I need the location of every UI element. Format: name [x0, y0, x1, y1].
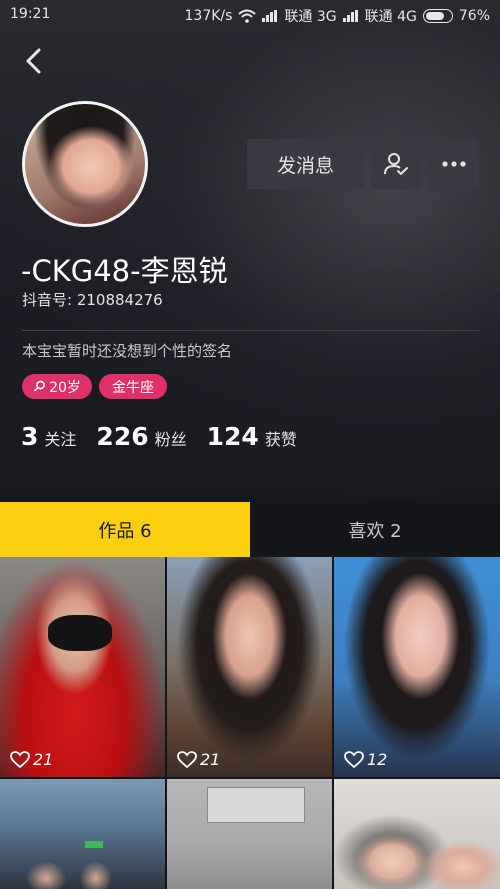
- zodiac-tag: 金牛座: [99, 374, 167, 399]
- heart-icon: [10, 750, 30, 768]
- video-likes-count: 21: [200, 750, 221, 769]
- user-check-icon: [384, 153, 408, 176]
- status-bar: 19:21 137K/s 联通 3G 联通 4G 76%: [0, 0, 500, 30]
- video-thumbnail[interactable]: 21: [0, 557, 165, 777]
- carrier-2: 联通 4G: [364, 9, 417, 25]
- avatar[interactable]: [22, 101, 148, 227]
- carrier-1: 联通 3G: [284, 9, 337, 25]
- network-speed: 137K/s: [184, 8, 233, 24]
- zodiac-label: 金牛座: [112, 379, 154, 396]
- video-thumbnail[interactable]: [334, 779, 500, 889]
- signal-icon: [342, 10, 359, 22]
- chevron-left-icon: [26, 48, 41, 74]
- content-tabs: 作品 6 喜欢 2: [0, 502, 500, 557]
- likes-label: 获赞: [264, 430, 297, 449]
- profile-signature: 本宝宝暂时还没想到个性的签名: [22, 342, 233, 360]
- profile-stats: 3 关注 226 粉丝 124 获赞: [21, 422, 317, 451]
- status-right: 137K/s 联通 3G 联通 4G 76%: [185, 6, 490, 26]
- likes-count: 124: [206, 422, 259, 451]
- status-time: 19:21: [10, 6, 51, 22]
- more-dots-icon: [442, 161, 466, 167]
- exit-sign: [85, 841, 103, 848]
- more-options-button[interactable]: [429, 139, 479, 189]
- age-label: 20岁: [49, 379, 81, 396]
- video-likes: 21: [177, 750, 220, 769]
- back-button[interactable]: [22, 46, 46, 76]
- douyin-id: 抖音号: 210884276: [22, 291, 163, 309]
- heart-icon: [344, 750, 364, 768]
- profile-name: -CKG48-李恩锐: [21, 254, 228, 288]
- followers-label[interactable]: 粉丝: [155, 426, 187, 450]
- send-message-button[interactable]: 发消息: [247, 139, 364, 189]
- video-likes-count: 12: [367, 750, 388, 769]
- video-likes-count: 21: [33, 750, 54, 769]
- female-icon: [34, 380, 45, 392]
- follow-status-button[interactable]: [371, 139, 421, 189]
- heart-icon: [177, 750, 197, 768]
- video-likes: 12: [344, 750, 387, 769]
- video-thumbnail[interactable]: [0, 779, 165, 889]
- battery-icon: [422, 9, 453, 23]
- divider: [22, 330, 479, 331]
- video-thumbnail[interactable]: 21: [167, 557, 332, 777]
- followers-count[interactable]: 226: [96, 422, 148, 451]
- following-count[interactable]: 3: [21, 422, 38, 451]
- age-tag: 20岁: [22, 374, 92, 399]
- video-thumbnail[interactable]: [167, 779, 332, 889]
- tab-liked[interactable]: 喜欢 2: [250, 502, 500, 557]
- signal-icon: [262, 10, 278, 22]
- wifi-icon: [238, 9, 257, 23]
- wall-panel: [207, 787, 305, 823]
- following-label[interactable]: 关注: [44, 426, 76, 450]
- video-likes: 21: [10, 750, 53, 769]
- video-thumbnail[interactable]: 12: [334, 557, 500, 777]
- battery-level: 76%: [458, 8, 490, 24]
- tab-works[interactable]: 作品 6: [0, 502, 250, 557]
- video-grid: 21 21 12: [0, 557, 500, 889]
- mask-shape: [48, 615, 112, 651]
